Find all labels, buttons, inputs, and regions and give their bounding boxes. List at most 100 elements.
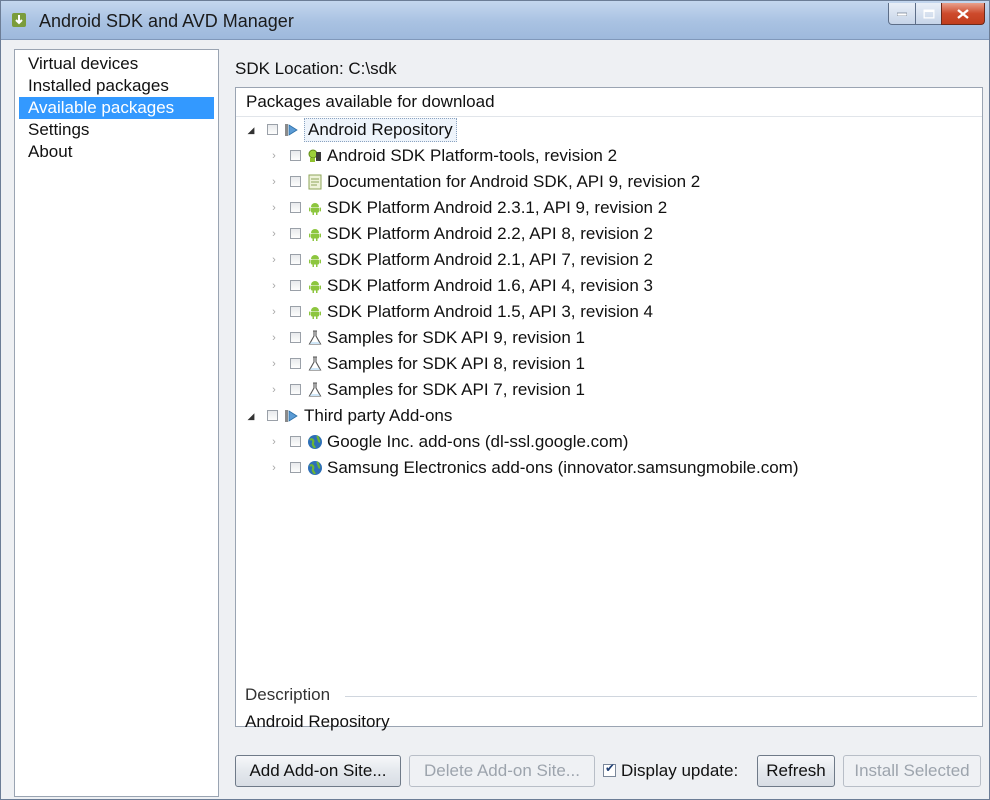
package-checkbox[interactable] (290, 436, 301, 447)
install-selected-button[interactable]: Install Selected (843, 755, 981, 787)
display-updates-checkbox[interactable]: ✔ (603, 761, 616, 777)
package-checkbox[interactable] (290, 384, 301, 395)
nav-item-settings[interactable]: Settings (19, 119, 214, 141)
package-checkbox[interactable] (290, 228, 301, 239)
tree-package-row[interactable]: › SDK Platform Android 2.1, API 7, revisi… (236, 247, 982, 273)
expand-arrow-icon[interactable]: › (269, 325, 279, 351)
sdk-location-label: SDK Location: C:\sdk (235, 59, 397, 78)
tree-node-label[interactable]: SDK Platform Android 2.2, API 8, revisio… (327, 221, 653, 247)
window-title: Android SDK and AVD Manager (39, 11, 294, 31)
tree-package-row[interactable]: › Samples for SDK API 8, revision 1 (236, 351, 982, 377)
expand-arrow-icon[interactable]: › (269, 429, 279, 455)
app-window: Android SDK and AVD Manager Virtual devi… (0, 0, 990, 800)
samples-flask-icon (307, 330, 323, 346)
globe-icon (307, 434, 323, 450)
android-icon (307, 200, 323, 216)
tree-package-row[interactable]: › Samsung Electronics add-ons (innovator.… (236, 455, 982, 481)
packages-tree-rows: ◢ Android Repository › Android SDK Platform… (236, 117, 982, 481)
refresh-button[interactable]: Refresh (757, 755, 835, 787)
package-checkbox[interactable] (267, 124, 278, 135)
expand-arrow-icon[interactable]: › (269, 247, 279, 273)
package-checkbox[interactable] (290, 358, 301, 369)
description-group: Description Android Repository (235, 685, 983, 745)
tree-node-label[interactable]: SDK Platform Android 1.6, API 4, revisio… (327, 273, 653, 299)
nav-item-available-packages[interactable]: Available packages (19, 97, 214, 119)
delete-addon-site-button[interactable]: Delete Add-on Site... (409, 755, 595, 787)
tree-node-label[interactable]: SDK Platform Android 1.5, API 3, revisio… (327, 299, 653, 325)
tree-category-row[interactable]: ◢ Third party Add-ons (236, 403, 982, 429)
globe-icon (307, 460, 323, 476)
tree-node-label[interactable]: Samples for SDK API 7, revision 1 (327, 377, 585, 403)
tree-package-row[interactable]: › Samples for SDK API 7, revision 1 (236, 377, 982, 403)
maximize-button[interactable] (915, 3, 942, 25)
tree-node-label[interactable]: Android SDK Platform-tools, revision 2 (327, 143, 617, 169)
samples-flask-icon (307, 356, 323, 372)
android-icon (307, 226, 323, 242)
samples-flask-icon (307, 382, 323, 398)
repository-icon (284, 408, 300, 424)
sdk-manager-app-icon (11, 12, 27, 28)
package-checkbox[interactable] (290, 280, 301, 291)
description-title: Description (245, 685, 331, 704)
add-addon-site-button[interactable]: Add Add-on Site... (235, 755, 401, 787)
packages-tree[interactable]: Packages available for download ◢ Android… (235, 87, 983, 727)
expand-arrow-icon[interactable]: › (269, 195, 279, 221)
tree-category-row[interactable]: ◢ Android Repository (236, 117, 982, 143)
tree-package-row[interactable]: › SDK Platform Android 1.6, API 4, revisi… (236, 273, 982, 299)
navigation-list: Virtual devices Installed packages Availab… (14, 49, 219, 797)
main-panel: SDK Location: C:\sdk Packages available … (227, 49, 987, 797)
tree-package-row[interactable]: › Android SDK Platform-tools, revision 2 (236, 143, 982, 169)
nav-item-about[interactable]: About (19, 141, 214, 163)
tree-package-row[interactable]: › SDK Platform Android 1.5, API 3, revisi… (236, 299, 982, 325)
tree-node-label[interactable]: Third party Add-ons (304, 403, 452, 429)
description-text: Android Repository (245, 712, 390, 731)
minimize-button[interactable] (888, 3, 916, 25)
expand-arrow-icon[interactable]: › (269, 299, 279, 325)
tree-node-label[interactable]: Google Inc. add-ons (dl-ssl.google.com) (327, 429, 628, 455)
collapse-arrow-icon[interactable]: ◢ (246, 117, 256, 143)
display-updates-label[interactable]: Display update: (621, 755, 738, 787)
android-icon (307, 252, 323, 268)
repository-icon (284, 122, 300, 138)
package-checkbox[interactable] (290, 462, 301, 473)
package-checkbox[interactable] (290, 176, 301, 187)
package-checkbox[interactable] (290, 254, 301, 265)
tree-node-label[interactable]: SDK Platform Android 2.1, API 7, revisio… (327, 247, 653, 273)
button-bar: Add Add-on Site... Delete Add-on Site...… (235, 755, 985, 791)
documentation-icon (307, 174, 323, 190)
expand-arrow-icon[interactable]: › (269, 221, 279, 247)
expand-arrow-icon[interactable]: › (269, 169, 279, 195)
checkmark-icon: ✔ (605, 761, 616, 775)
expand-arrow-icon[interactable]: › (269, 143, 279, 169)
tree-node-label[interactable]: SDK Platform Android 2.3.1, API 9, revis… (327, 195, 667, 221)
tree-node-label[interactable]: Samsung Electronics add-ons (innovator.s… (327, 455, 799, 481)
collapse-arrow-icon[interactable]: ◢ (246, 403, 256, 429)
close-button[interactable] (941, 3, 985, 25)
nav-item-installed-packages[interactable]: Installed packages (19, 75, 214, 97)
expand-arrow-icon[interactable]: › (269, 377, 279, 403)
tree-package-row[interactable]: › SDK Platform Android 2.3.1, API 9, revi… (236, 195, 982, 221)
expand-arrow-icon[interactable]: › (269, 351, 279, 377)
android-icon (307, 278, 323, 294)
nav-item-virtual-devices[interactable]: Virtual devices (19, 53, 214, 75)
tree-node-label[interactable]: Android Repository (304, 118, 457, 142)
package-checkbox[interactable] (290, 150, 301, 161)
expand-arrow-icon[interactable]: › (269, 273, 279, 299)
tree-package-row[interactable]: › SDK Platform Android 2.2, API 8, revisi… (236, 221, 982, 247)
package-checkbox[interactable] (290, 306, 301, 317)
tree-node-label[interactable]: Documentation for Android SDK, API 9, re… (327, 169, 700, 195)
platform-tools-icon (307, 148, 323, 164)
package-checkbox[interactable] (290, 332, 301, 343)
packages-tree-header: Packages available for download (236, 88, 982, 117)
expand-arrow-icon[interactable]: › (269, 455, 279, 481)
tree-node-label[interactable]: Samples for SDK API 8, revision 1 (327, 351, 585, 377)
tree-package-row[interactable]: › Documentation for Android SDK, API 9, r… (236, 169, 982, 195)
tree-package-row[interactable]: › Google Inc. add-ons (dl-ssl.google.com) (236, 429, 982, 455)
tree-package-row[interactable]: › Samples for SDK API 9, revision 1 (236, 325, 982, 351)
android-icon (307, 304, 323, 320)
title-bar[interactable]: Android SDK and AVD Manager (1, 1, 989, 40)
description-divider (345, 696, 977, 697)
tree-node-label[interactable]: Samples for SDK API 9, revision 1 (327, 325, 585, 351)
package-checkbox[interactable] (267, 410, 278, 421)
package-checkbox[interactable] (290, 202, 301, 213)
